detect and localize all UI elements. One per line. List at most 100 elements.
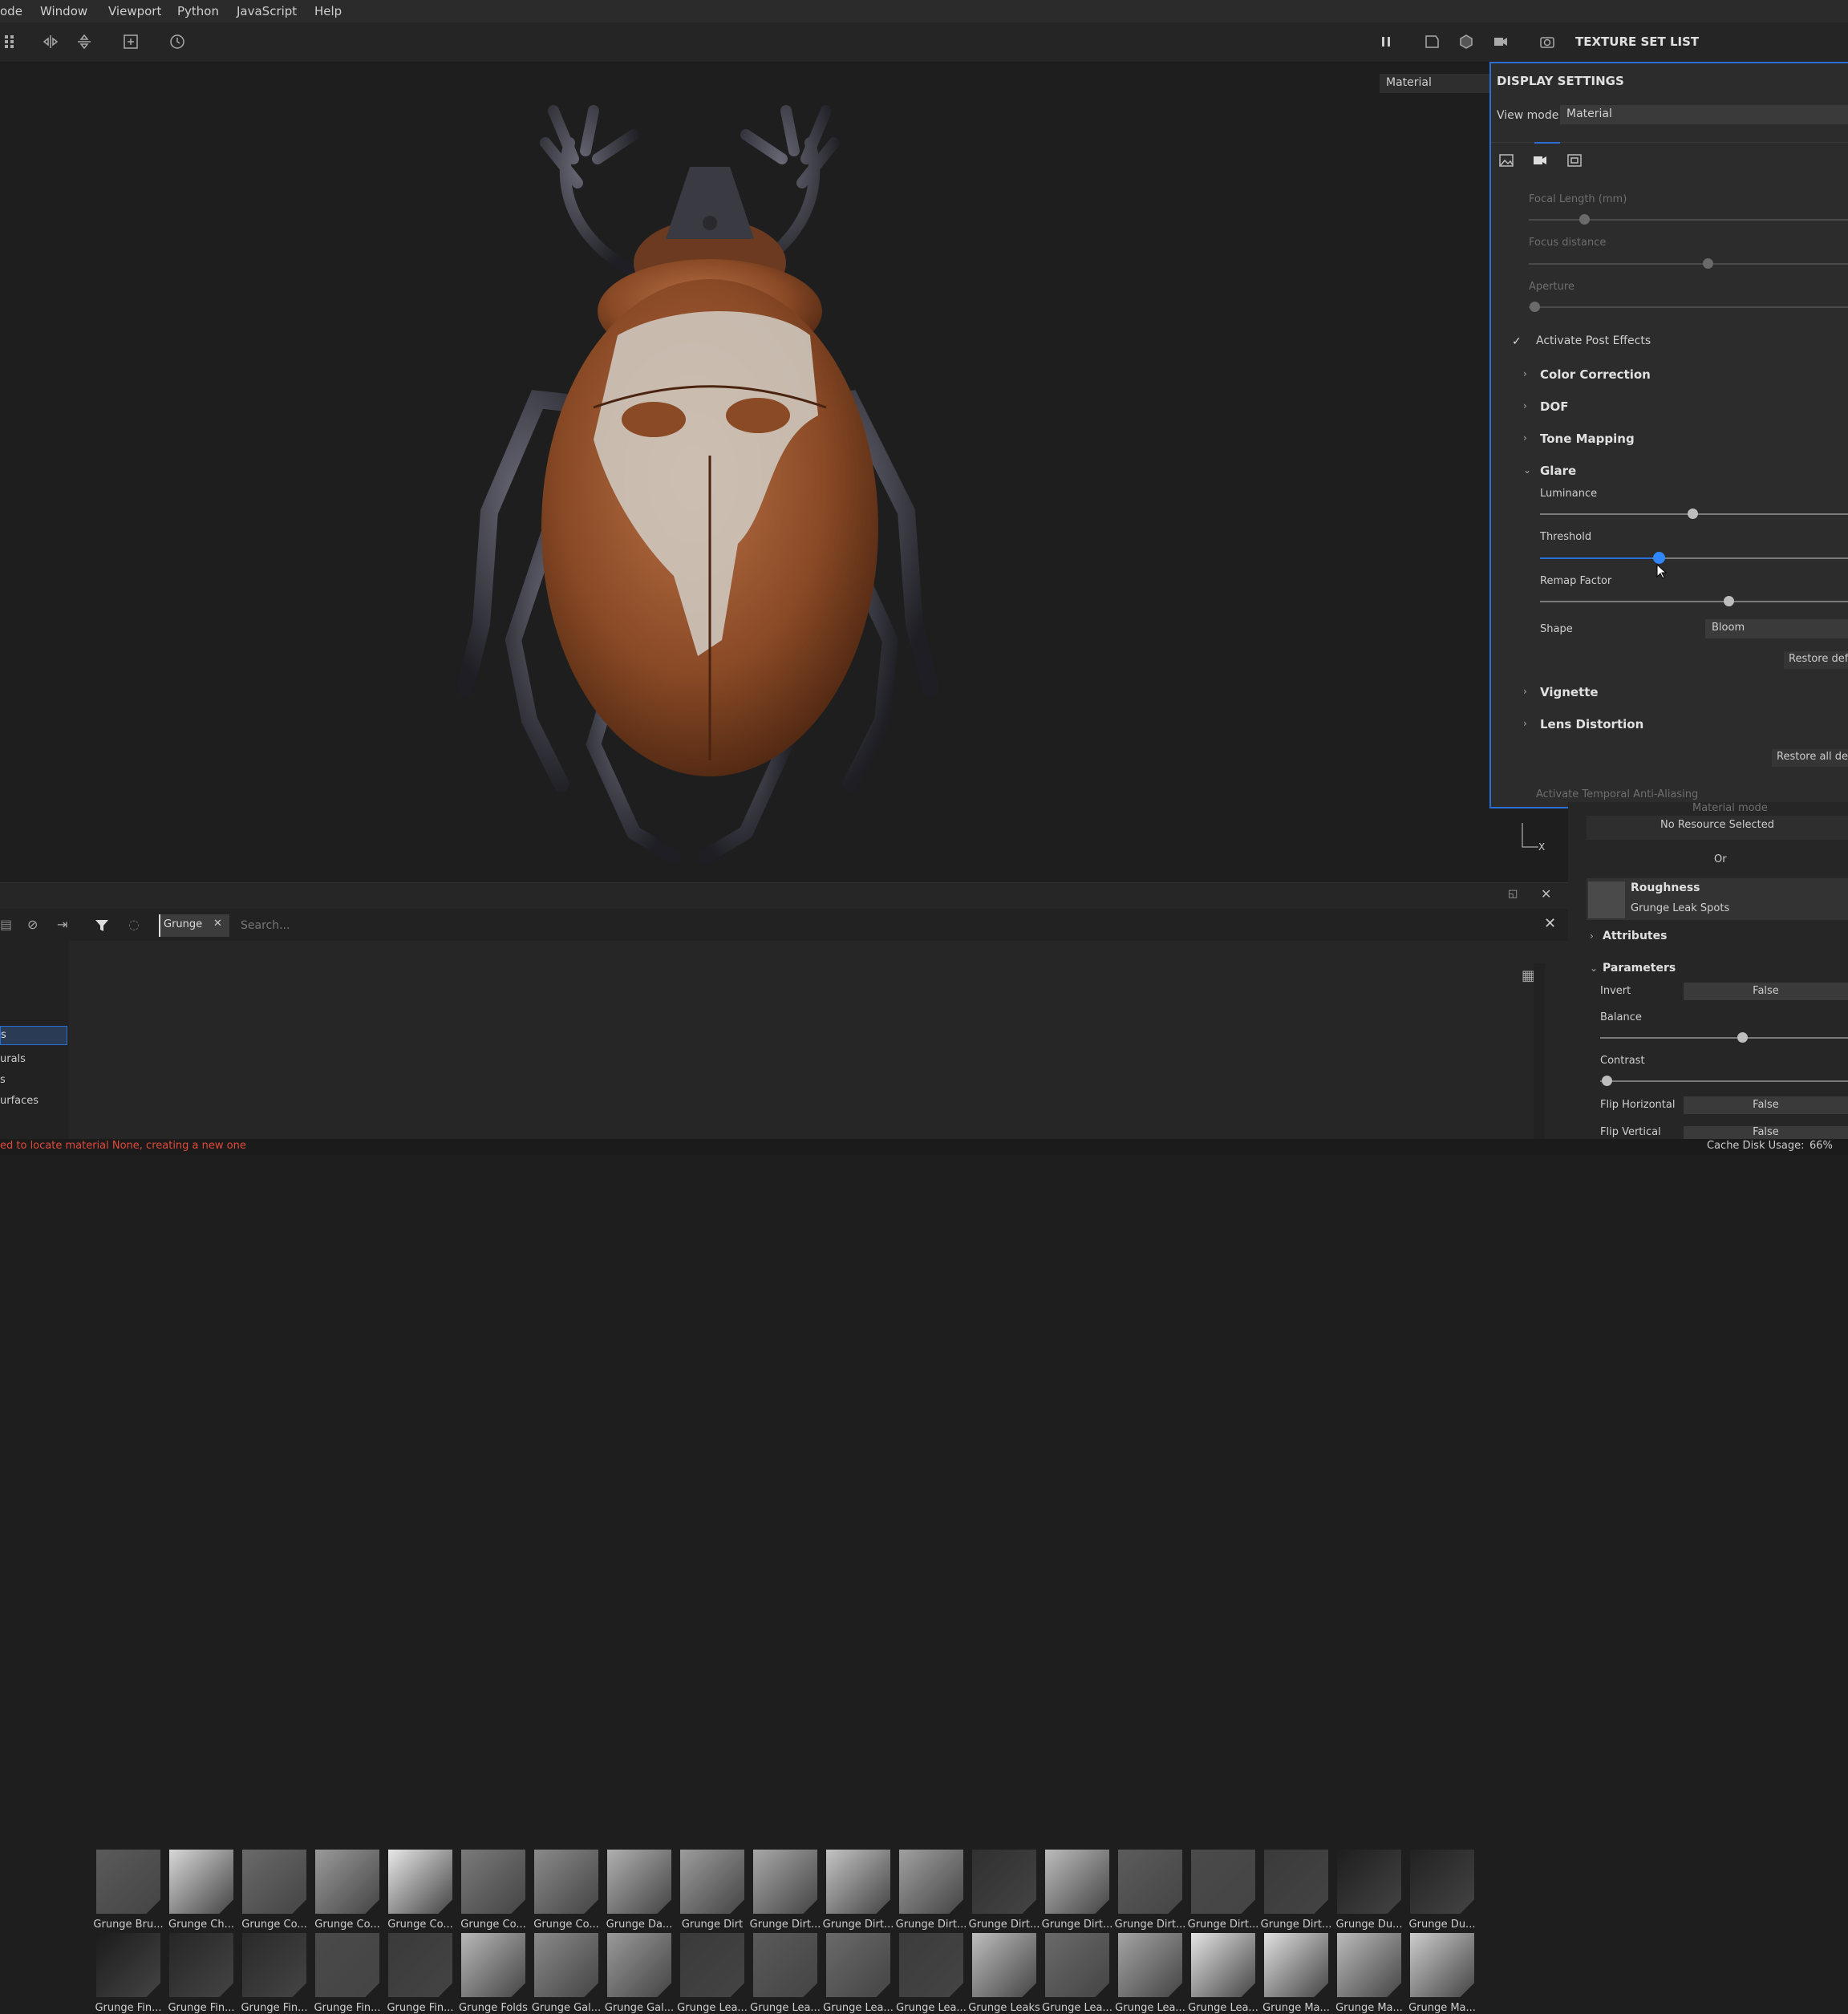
resource-thumbnail[interactable]	[388, 1850, 452, 1914]
activate-post-effects-label[interactable]: Activate Post Effects	[1536, 334, 1651, 347]
resource-thumbnail[interactable]	[1045, 1933, 1109, 1997]
focal-length-knob[interactable]	[1579, 214, 1590, 225]
resource-thumbnail[interactable]	[169, 1850, 233, 1914]
camera-icon[interactable]	[1489, 30, 1513, 54]
2d-view-icon[interactable]	[1420, 30, 1444, 54]
texture-set-list-title[interactable]: TEXTURE SET LIST	[1575, 34, 1699, 49]
resource-thumbnail[interactable]	[753, 1933, 817, 1997]
section-vignette[interactable]: Vignette	[1540, 685, 1599, 699]
flip-horizontal-select[interactable]: False	[1684, 1096, 1848, 1114]
section-lens-distortion[interactable]: Lens Distortion	[1540, 717, 1643, 731]
section-dof[interactable]: DOF	[1540, 399, 1568, 414]
pause-icon[interactable]	[1374, 30, 1398, 54]
hide-icon[interactable]: ⊘	[27, 917, 38, 932]
resource-thumbnail[interactable]	[1410, 1850, 1474, 1914]
frame-add-icon[interactable]	[119, 30, 143, 54]
remove-tag-icon[interactable]: ✕	[213, 918, 222, 930]
resource-thumbnail[interactable]	[826, 1850, 890, 1914]
resource-thumbnail[interactable]	[972, 1933, 1036, 1997]
restore-defaults-button[interactable]: Restore def	[1784, 651, 1848, 669]
no-resource-field[interactable]: No Resource Selected	[1587, 816, 1848, 840]
image-icon[interactable]	[1494, 148, 1518, 172]
restore-all-defaults-button[interactable]: Restore all def	[1772, 749, 1848, 767]
camera-icon[interactable]	[1528, 148, 1552, 172]
chevron-right-icon[interactable]: ›	[1523, 686, 1527, 697]
threshold-knob[interactable]	[1653, 552, 1665, 564]
balance-slider[interactable]	[1600, 1037, 1848, 1039]
chevron-right-icon[interactable]: ›	[1523, 368, 1527, 379]
luminance-knob[interactable]	[1688, 509, 1698, 519]
resource-thumbnail[interactable]	[1118, 1850, 1182, 1914]
aperture-knob[interactable]	[1530, 302, 1540, 312]
category-item[interactable]: urals	[0, 1053, 26, 1065]
resource-thumbnail[interactable]	[388, 1933, 452, 1997]
chevron-right-icon[interactable]: ›	[1523, 400, 1527, 411]
focus-distance-knob[interactable]	[1703, 258, 1713, 269]
mirror-y-icon[interactable]	[72, 30, 96, 54]
menu-item-viewport[interactable]: Viewport	[108, 4, 177, 18]
resource-thumbnail[interactable]	[972, 1850, 1036, 1914]
resource-thumbnail[interactable]	[680, 1850, 744, 1914]
resource-thumbnail[interactable]	[1337, 1850, 1401, 1914]
import-icon[interactable]: ⇥	[57, 917, 67, 932]
resource-thumbnail[interactable]	[680, 1933, 744, 1997]
menu-item-javascript[interactable]: JavaScript	[237, 4, 314, 18]
resource-thumbnail[interactable]	[315, 1933, 379, 1997]
shelf-scrollbar[interactable]	[1534, 963, 1545, 1140]
contrast-knob[interactable]	[1602, 1076, 1612, 1086]
resource-thumbnail[interactable]	[242, 1850, 306, 1914]
section-tone-mapping[interactable]: Tone Mapping	[1540, 432, 1635, 446]
refresh-icon[interactable]: ◌	[128, 917, 140, 932]
resource-thumbnail[interactable]	[242, 1933, 306, 1997]
contrast-slider[interactable]	[1600, 1080, 1848, 1082]
focus-distance-slider[interactable]	[1529, 263, 1848, 265]
resource-thumbnail[interactable]	[899, 1850, 963, 1914]
view-mode-select[interactable]: Material	[1560, 105, 1848, 124]
menu-item-window[interactable]: Window	[40, 4, 108, 18]
chevron-right-icon[interactable]: ›	[1590, 930, 1594, 942]
resource-thumbnail[interactable]	[1118, 1933, 1182, 1997]
screenshot-icon[interactable]	[1535, 30, 1559, 54]
history-icon[interactable]	[165, 30, 189, 54]
folder-icon[interactable]: ▤	[0, 917, 12, 932]
resource-thumbnail[interactable]	[1045, 1850, 1109, 1914]
focal-length-slider[interactable]	[1529, 219, 1848, 221]
category-item[interactable]: urfaces	[0, 1095, 38, 1107]
resource-thumbnail[interactable]	[534, 1933, 598, 1997]
resource-thumbnail[interactable]	[1264, 1933, 1328, 1997]
resource-thumbnail[interactable]	[899, 1933, 963, 1997]
resource-thumbnail[interactable]	[461, 1933, 525, 1997]
menu-item-mode[interactable]: ode	[0, 4, 40, 18]
aperture-slider[interactable]	[1529, 306, 1848, 308]
resource-thumbnail[interactable]	[753, 1850, 817, 1914]
viewport-mode-select[interactable]: Material	[1380, 74, 1492, 93]
chevron-right-icon[interactable]: ›	[1523, 718, 1527, 729]
invert-select[interactable]: False	[1684, 983, 1848, 1000]
clear-search-icon[interactable]: ✕	[1544, 915, 1556, 932]
filter-icon[interactable]	[95, 918, 109, 933]
resource-thumbnail[interactable]	[96, 1850, 160, 1914]
frame-icon[interactable]	[1562, 148, 1587, 172]
section-attributes[interactable]: Attributes	[1603, 930, 1667, 942]
resource-thumbnail[interactable]	[1337, 1933, 1401, 1997]
resource-thumbnail[interactable]	[1191, 1850, 1255, 1914]
close-icon[interactable]: ✕	[1541, 886, 1551, 902]
chevron-right-icon[interactable]: ›	[1523, 432, 1527, 444]
resource-thumbnail[interactable]	[534, 1850, 598, 1914]
grid-icon[interactable]	[0, 30, 24, 54]
menu-item-help[interactable]: Help	[314, 4, 363, 18]
category-item-selected[interactable]: s	[0, 1026, 67, 1045]
category-item[interactable]: s	[0, 1074, 6, 1086]
section-color-correction[interactable]: Color Correction	[1540, 367, 1651, 382]
resource-thumbnail[interactable]	[169, 1933, 233, 1997]
resource-thumbnail[interactable]	[1191, 1933, 1255, 1997]
resource-thumbnail[interactable]	[1264, 1850, 1328, 1914]
mirror-x-icon[interactable]	[38, 30, 63, 54]
resource-thumbnail[interactable]	[315, 1850, 379, 1914]
remap-factor-knob[interactable]	[1724, 596, 1734, 606]
section-glare[interactable]: Glare	[1540, 464, 1576, 478]
resource-thumbnail[interactable]	[461, 1850, 525, 1914]
checkbox-icon[interactable]: ✓	[1512, 335, 1522, 348]
remap-factor-slider[interactable]	[1540, 601, 1848, 602]
search-input[interactable]: Search...	[241, 919, 290, 932]
